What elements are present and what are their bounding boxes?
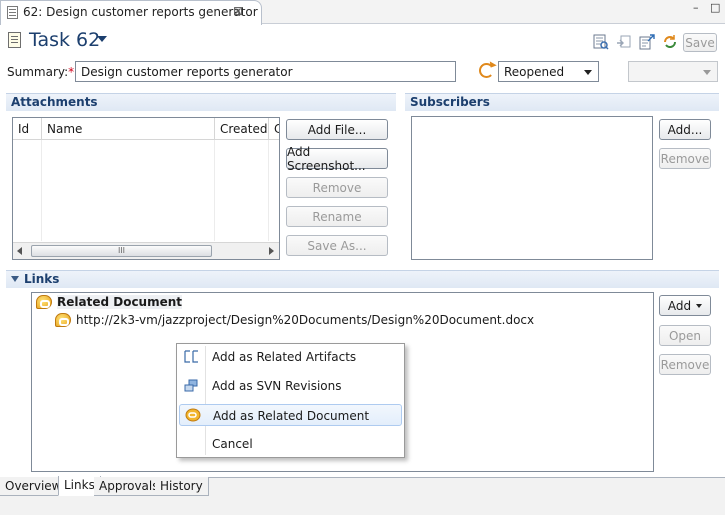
page-title: Task 62 [29,29,101,51]
save-button[interactable]: Save [683,33,717,52]
remove-link-button[interactable]: Remove [659,354,711,375]
attachments-title: Attachments [11,95,98,109]
column-header-creator[interactable]: Cre [269,118,279,140]
menu-item-related-document[interactable]: Add as Related Document [179,404,402,426]
horizontal-scrollbar[interactable]: III [13,242,279,259]
rename-attachment-button[interactable]: Rename [286,206,388,227]
add-file-button[interactable]: Add File... [286,119,388,140]
state-select-value: Reopened [504,65,565,79]
summary-field[interactable]: Design customer reports generator [75,61,456,82]
attachments-table[interactable]: Id Name Created Cre III [12,117,280,260]
editor-tab[interactable]: 62: Design customer reports generator ⊠ [0,0,262,25]
close-icon[interactable]: ⊠ [233,4,243,18]
menu-item-label: Add as Related Document [213,409,370,423]
open-link-button[interactable]: Open [659,325,711,346]
editor-tab-title: 62: Design customer reports generator [23,5,258,19]
links-section-header[interactable]: Links [6,270,719,288]
tree-group-related-document[interactable]: Related Document [57,295,183,309]
task-document-icon [7,6,18,19]
tree-item-document-link[interactable]: http://2k3-vm/jazzproject/Design%20Docum… [76,313,534,327]
collapse-triangle-icon[interactable] [11,276,19,282]
chevron-down-icon [703,70,711,75]
add-link-context-menu: Add as Related Artifacts Add as SVN Revi… [176,343,405,458]
related-document-icon [36,295,52,309]
save-as-button[interactable]: Save As... [286,235,388,256]
add-screenshot-button[interactable]: Add Screenshot... [286,145,388,173]
required-marker: * [68,65,75,79]
scrollbar-thumb[interactable]: III [31,245,212,257]
state-select[interactable]: Reopened [498,61,599,82]
refresh-sync-icon[interactable] [662,34,678,50]
menu-item-label: Add as SVN Revisions [212,379,342,393]
column-divider [214,140,215,241]
add-link-button[interactable]: Add [659,295,711,316]
column-header-id[interactable]: Id [13,118,42,140]
menu-item-label: Cancel [212,437,253,451]
minimize-icon[interactable]: – [693,1,699,14]
subscribers-section-header: Subscribers [405,93,719,111]
subscribers-title: Subscribers [410,95,490,109]
document-link-icon [55,313,71,327]
menu-item-cancel[interactable]: Cancel [179,433,402,455]
subscribers-list[interactable] [411,116,653,260]
column-divider [41,140,42,241]
chevron-down-icon[interactable] [97,36,107,42]
workflow-state-icon [479,63,494,78]
resolution-select[interactable] [628,61,718,82]
task-icon [8,32,21,48]
summary-label: Summary:* [7,65,74,79]
attachments-section-header: Attachments [6,93,396,111]
column-header-name[interactable]: Name [42,118,215,140]
add-subscriber-button[interactable]: Add... [659,119,711,140]
summary-label-text: Summary: [7,65,69,79]
scroll-right-icon[interactable] [269,247,274,255]
links-title: Links [24,272,60,286]
tab-approvals[interactable]: Approvals [94,477,165,496]
find-related-icon[interactable] [593,34,609,50]
scroll-left-icon[interactable] [17,247,22,255]
remove-attachment-button[interactable]: Remove [286,177,388,198]
menu-item-label: Add as Related Artifacts [212,350,357,364]
locate-icon[interactable] [616,34,632,50]
add-link-label: Add [667,298,692,313]
column-divider [268,140,269,241]
menu-item-svn-revisions[interactable]: Add as SVN Revisions [179,375,402,397]
remove-subscriber-button[interactable]: Remove [659,148,711,169]
open-in-browser-icon[interactable] [639,34,655,50]
menu-item-related-artifacts[interactable]: Add as Related Artifacts [179,346,402,368]
column-header-created[interactable]: Created [215,118,269,140]
tab-history[interactable]: History [155,477,209,496]
related-document-icon [185,408,201,422]
related-artifacts-icon [184,350,199,363]
chevron-down-icon [584,70,592,75]
maximize-icon[interactable]: □ [710,1,720,14]
chevron-down-icon [696,303,703,308]
svn-revisions-icon [184,379,199,392]
